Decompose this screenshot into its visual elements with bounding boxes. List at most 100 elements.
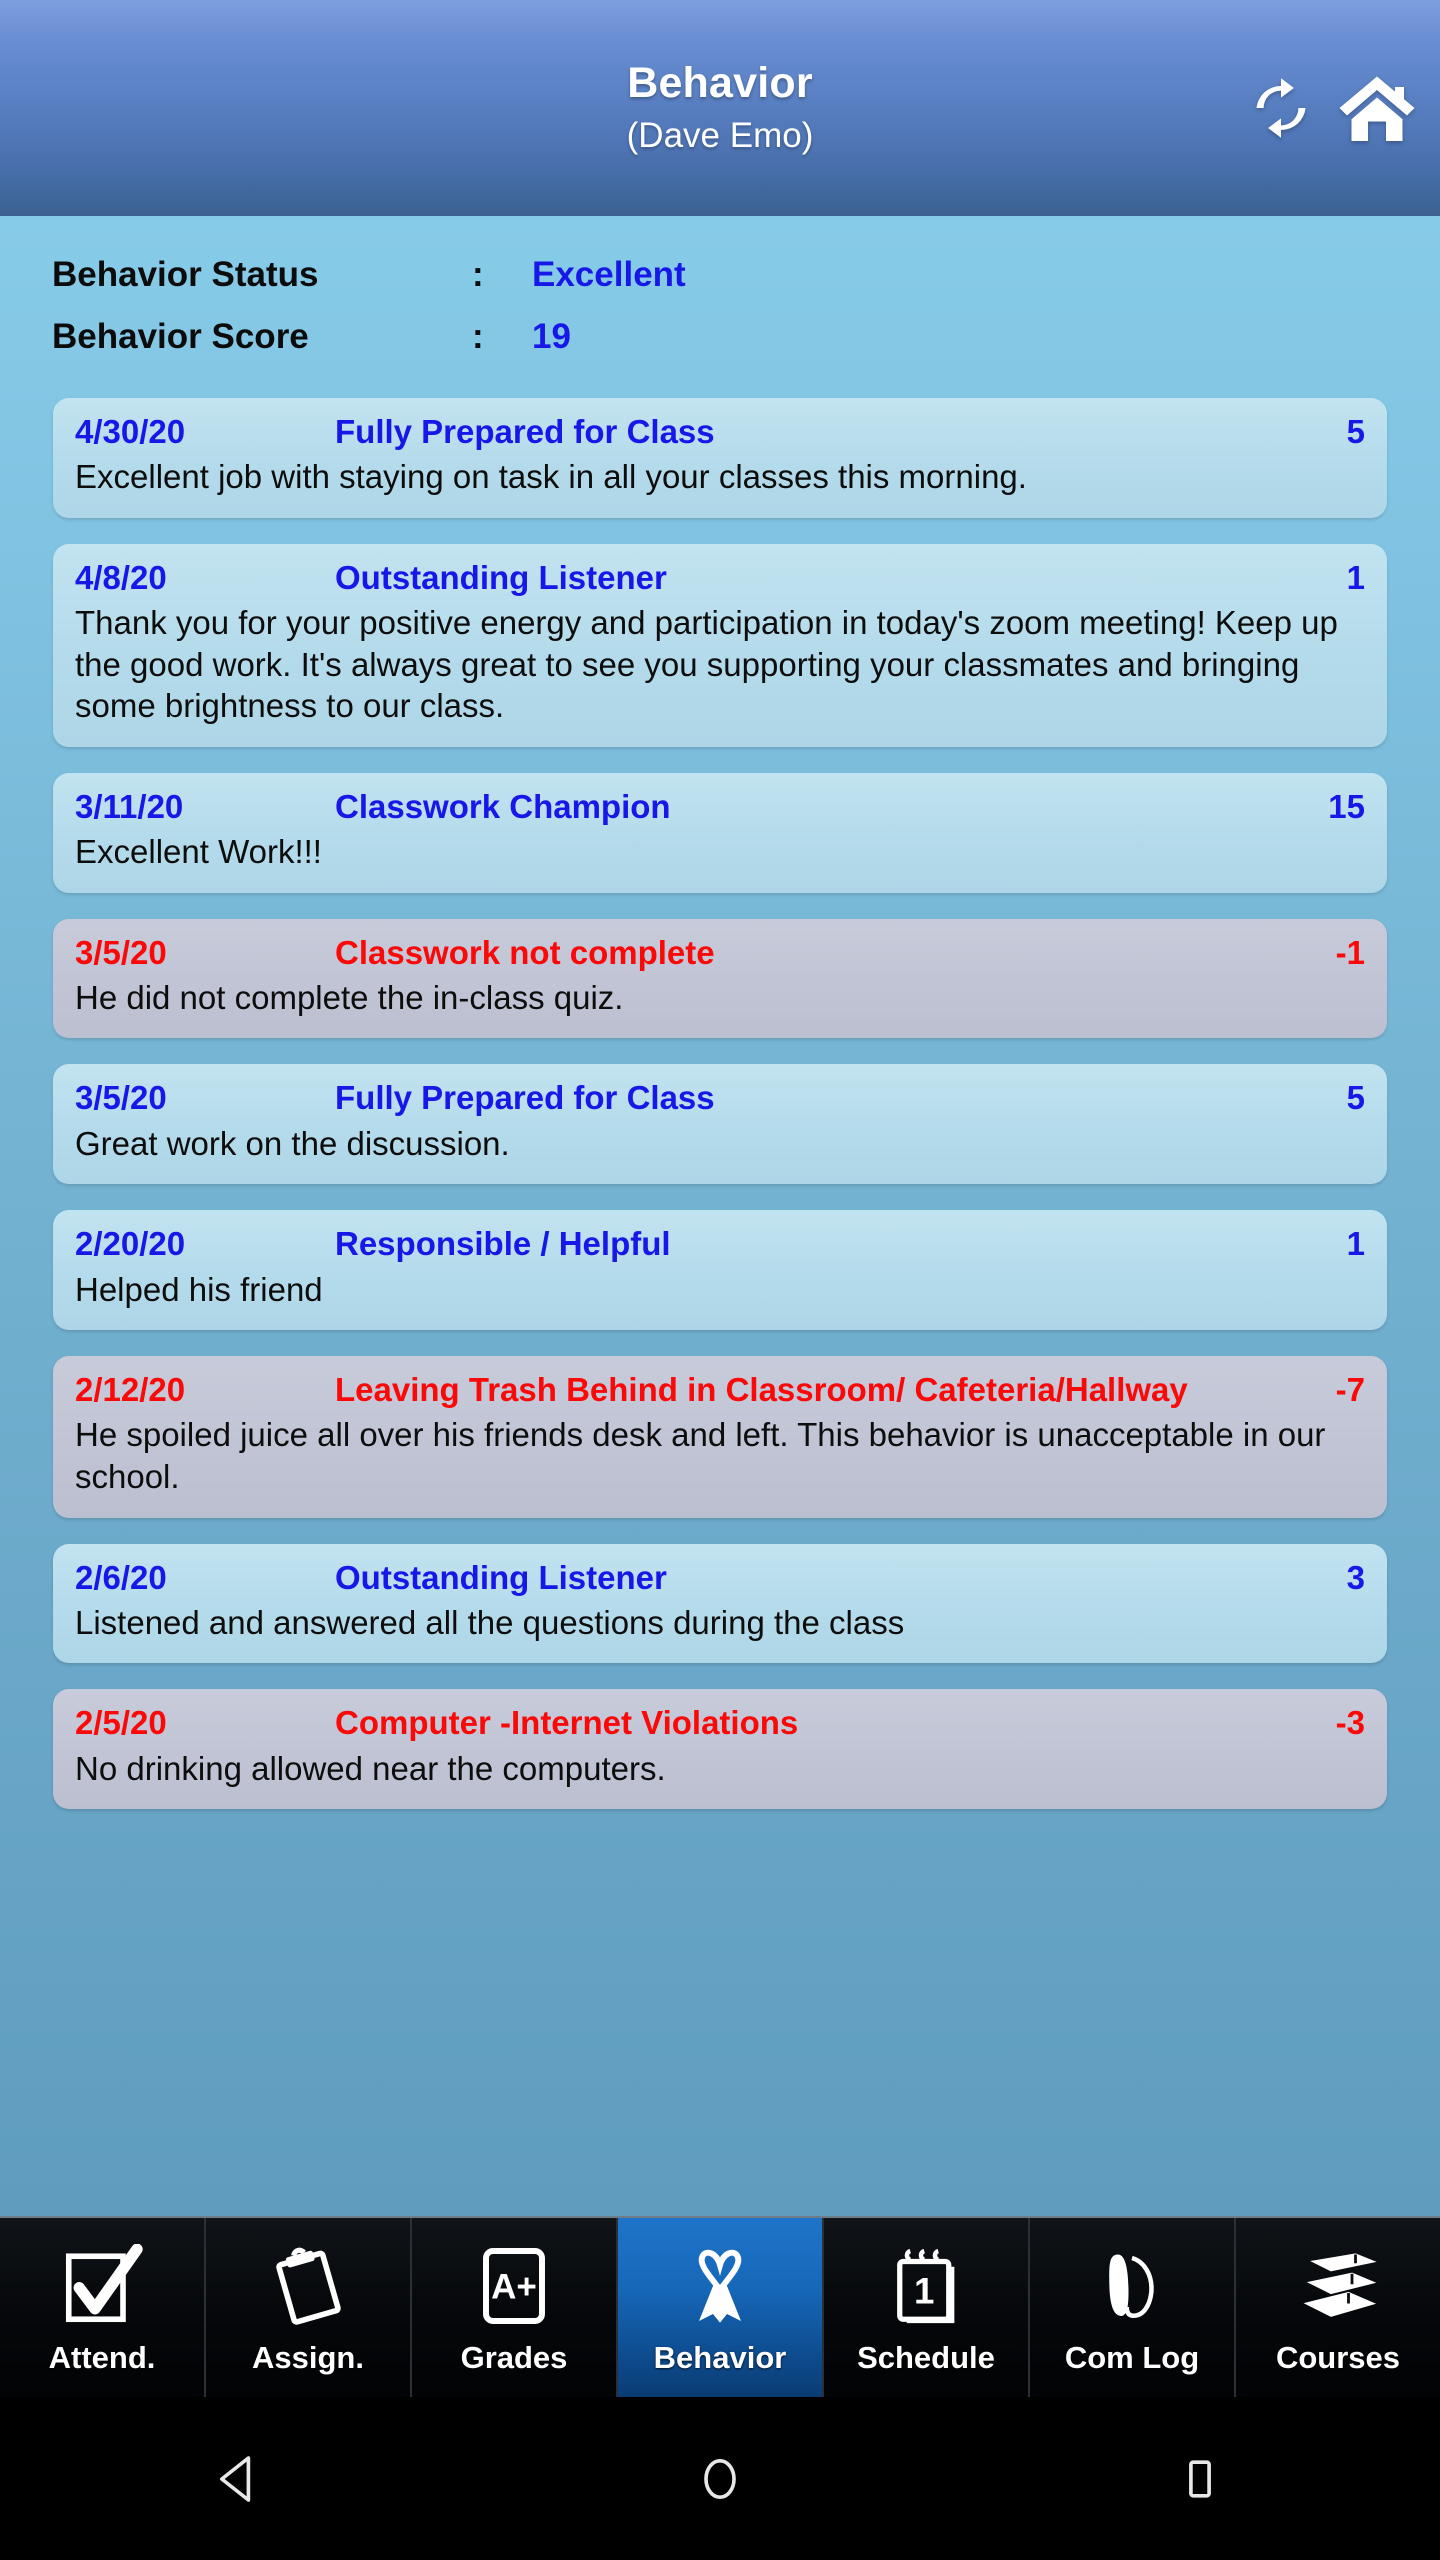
- entry-header: 3/5/20 Classwork not complete -1: [75, 933, 1365, 973]
- a-plus-card-icon: A+: [472, 2240, 556, 2332]
- refresh-icon[interactable]: [1250, 77, 1312, 139]
- entry-date: 4/30/20: [75, 413, 186, 450]
- entry-score: 3: [1346, 1558, 1365, 1596]
- svg-text:1: 1: [914, 2270, 934, 2311]
- entry-score: 5: [1346, 1079, 1365, 1117]
- entry-title: Fully Prepared for Class: [335, 413, 715, 450]
- status-summary: Behavior Status : Excellent Behavior Sco…: [0, 216, 1440, 376]
- entry-note: He spoiled juice all over his friends de…: [75, 1416, 1326, 1495]
- behavior-entry-card[interactable]: 3/11/20 Classwork Champion 15 Excellent Wor…: [53, 772, 1387, 893]
- entry-note: Excellent Work!!!: [75, 833, 322, 871]
- app-header: Behavior (Dave Emo): [0, 0, 1440, 216]
- student-name: (Dave Emo): [626, 116, 814, 156]
- behavior-entry-card[interactable]: 2/5/20 Computer -Internet Violations -3 No …: [53, 1689, 1387, 1810]
- tab-label: Schedule: [857, 2339, 995, 2375]
- entry-date: 2/6/20: [75, 1558, 167, 1596]
- bottom-tab-bar: Attend. Assign. A+ Grades Behavior 1 Schedule C…: [0, 2216, 1440, 2397]
- entry-score: 15: [1328, 787, 1365, 825]
- recents-square-icon[interactable]: [1080, 2451, 1320, 2507]
- android-system-nav: [0, 2397, 1440, 2560]
- tab-label: Courses: [1275, 2339, 1401, 2375]
- entry-date: 3/5/20: [75, 933, 167, 971]
- behavior-entry-card[interactable]: 4/30/20 Fully Prepared for Class 5 Excellen…: [53, 398, 1387, 518]
- tab-schedule[interactable]: 1 Schedule: [824, 2218, 1030, 2397]
- phone-handset-icon: [1090, 2240, 1174, 2332]
- entry-header: 4/8/20 Outstanding Listener 1: [75, 558, 1365, 598]
- behavior-entry-card[interactable]: 4/8/20 Outstanding Listener 1 Thank you for…: [53, 543, 1387, 747]
- clipboard-icon: [266, 2240, 350, 2332]
- entry-date: 2/12/20: [75, 1371, 186, 1409]
- entry-title: Computer -Internet Violations: [335, 1704, 799, 1742]
- entry-score: -1: [1335, 933, 1365, 971]
- entry-date: 3/11/20: [75, 787, 184, 825]
- checkbox-check-icon: [60, 2240, 144, 2332]
- svg-text:A+: A+: [491, 2267, 537, 2306]
- tab-courses[interactable]: Courses: [1236, 2218, 1440, 2397]
- behavior-score-label: Behavior Score: [52, 317, 309, 356]
- entry-header: 3/5/20 Fully Prepared for Class 5: [75, 1078, 1365, 1118]
- entry-note: Excellent job with staying on task in al…: [75, 458, 1027, 496]
- tab-label: Assign.: [252, 2339, 364, 2375]
- entry-title: Outstanding Listener: [335, 1558, 667, 1596]
- calendar-notepad-icon: 1: [884, 2240, 968, 2332]
- tab-label: Grades: [460, 2339, 568, 2375]
- home-icon[interactable]: [1338, 72, 1416, 144]
- behavior-entry-card[interactable]: 3/5/20 Fully Prepared for Class 5 Great wor…: [53, 1064, 1387, 1185]
- entry-note: He did not complete the in-class quiz.: [75, 978, 624, 1016]
- entry-header: 2/20/20 Responsible / Helpful 1: [75, 1224, 1365, 1264]
- tab-label: Behavior: [653, 2339, 787, 2375]
- behavior-entry-list: 4/30/20 Fully Prepared for Class 5 Excellen…: [0, 376, 1440, 1810]
- tab-assign[interactable]: Assign.: [206, 2218, 412, 2397]
- entry-date: 3/5/20: [75, 1079, 167, 1117]
- entry-score: 5: [1346, 413, 1365, 450]
- entry-header: 2/6/20 Outstanding Listener 3: [75, 1558, 1365, 1598]
- behavior-entry-card[interactable]: 3/5/20 Classwork not complete -1 He did not…: [53, 918, 1387, 1039]
- tab-com-log[interactable]: Com Log: [1030, 2218, 1236, 2397]
- entry-note: Helped his friend: [75, 1270, 323, 1308]
- entry-date: 2/20/20: [75, 1225, 186, 1263]
- entry-date: 2/5/20: [75, 1704, 167, 1742]
- behavior-status-colon: :: [472, 255, 484, 294]
- entry-header: 4/30/20 Fully Prepared for Class 5: [75, 412, 1365, 452]
- tab-label: Attend.: [48, 2339, 156, 2375]
- entry-note: Thank you for your positive energy and p…: [75, 604, 1338, 725]
- header-actions: [1250, 72, 1416, 144]
- entry-date: 4/8/20: [75, 558, 167, 596]
- tab-grades[interactable]: A+ Grades: [412, 2218, 618, 2397]
- behavior-status-value: Excellent: [532, 255, 686, 294]
- entry-title: Classwork Champion: [335, 787, 671, 825]
- behavior-status-row: Behavior Status : Excellent: [0, 244, 1440, 306]
- entry-header: 2/5/20 Computer -Internet Violations -3: [75, 1703, 1365, 1743]
- entry-title: Outstanding Listener: [335, 558, 667, 596]
- behavior-entry-card[interactable]: 2/6/20 Outstanding Listener 3 Listened and …: [53, 1543, 1387, 1664]
- entry-note: Great work on the discussion.: [75, 1124, 510, 1162]
- behavior-entry-card[interactable]: 2/12/20 Leaving Trash Behind in Classroom…: [53, 1356, 1387, 1518]
- entry-title: Classwork not complete: [335, 933, 715, 971]
- tab-label: Com Log: [1064, 2339, 1200, 2375]
- books-stack-icon: [1296, 2240, 1380, 2332]
- entry-title: Fully Prepared for Class: [335, 1079, 715, 1117]
- entry-score: 1: [1346, 1225, 1365, 1263]
- page-title: Behavior: [627, 59, 813, 108]
- back-triangle-icon[interactable]: [120, 2451, 360, 2507]
- behavior-score-row: Behavior Score : 19: [0, 306, 1440, 368]
- behavior-score-value: 19: [532, 317, 571, 356]
- entry-note: Listened and answered all the questions …: [75, 1603, 905, 1641]
- entry-title: Leaving Trash Behind in Classroom/ Cafet…: [335, 1371, 1188, 1409]
- home-circle-icon[interactable]: [600, 2451, 840, 2507]
- behavior-content: Behavior Status : Excellent Behavior Sco…: [0, 216, 1440, 2216]
- entry-score: 1: [1346, 558, 1365, 596]
- entry-score: -3: [1335, 1704, 1365, 1742]
- entry-note: No drinking allowed near the computers.: [75, 1749, 666, 1787]
- entry-score: -7: [1335, 1371, 1365, 1409]
- entry-header: 2/12/20 Leaving Trash Behind in Classroom…: [75, 1370, 1365, 1410]
- entry-header: 3/11/20 Classwork Champion 15: [75, 787, 1365, 827]
- behavior-status-label: Behavior Status: [52, 255, 319, 294]
- behavior-entry-card[interactable]: 2/20/20 Responsible / Helpful 1 Helped his …: [53, 1210, 1387, 1331]
- entry-title: Responsible / Helpful: [335, 1225, 671, 1263]
- tab-behavior[interactable]: Behavior: [618, 2218, 824, 2397]
- ribbon-icon: [678, 2240, 762, 2332]
- tab-attend[interactable]: Attend.: [0, 2218, 206, 2397]
- app-screen: Behavior (Dave Emo) Behavior Status: Ex…: [0, 0, 1440, 2560]
- header-title-group: Behavior (Dave Emo): [626, 59, 814, 156]
